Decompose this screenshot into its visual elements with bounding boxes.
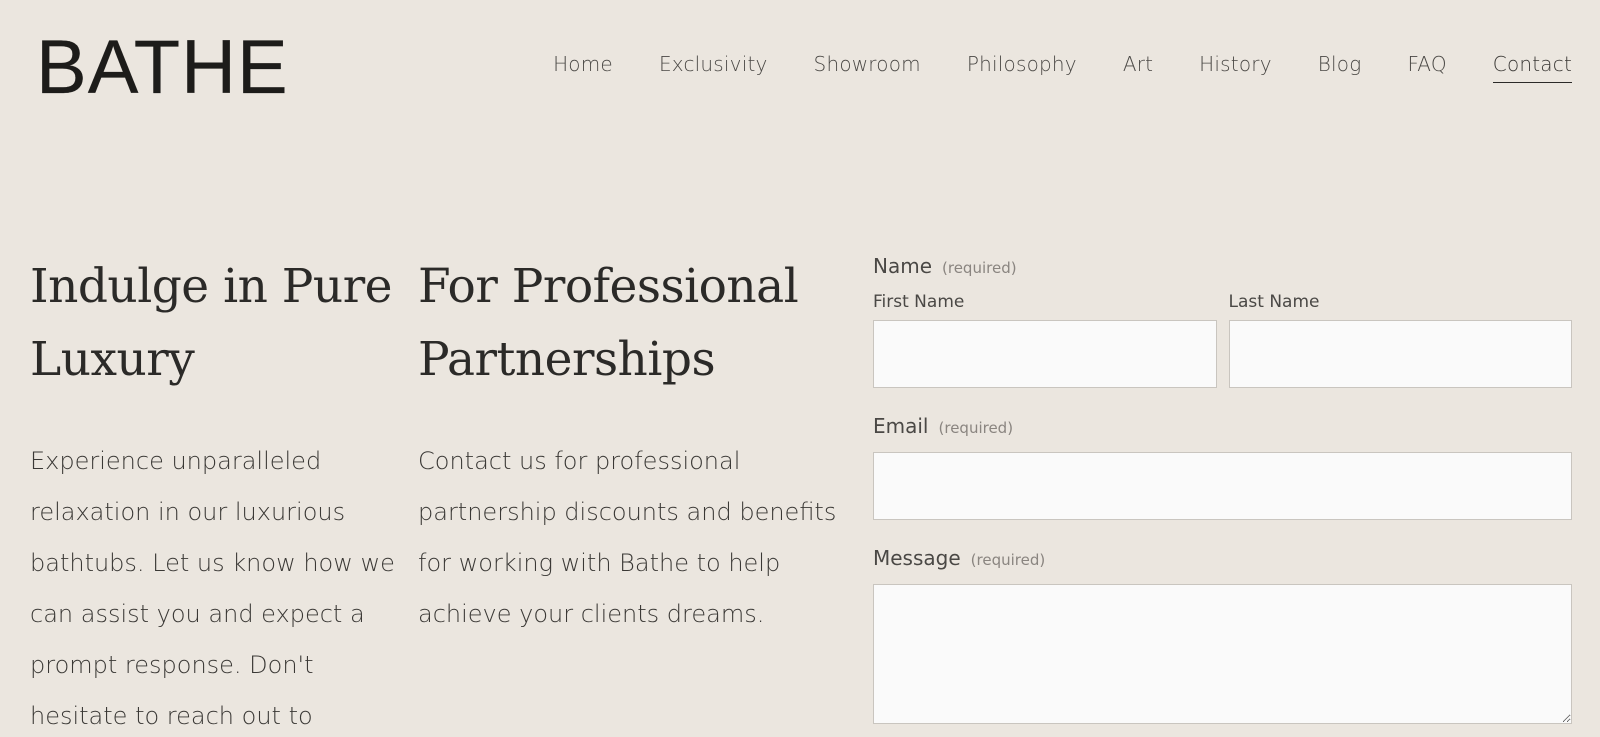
nav-history[interactable]: History — [1199, 52, 1272, 83]
brand-logo[interactable]: BATHE — [36, 29, 289, 106]
name-required: (required) — [942, 259, 1017, 277]
email-group: Email (required) — [873, 414, 1572, 520]
first-name-input[interactable] — [873, 320, 1217, 388]
first-name-label: First Name — [873, 292, 965, 312]
message-required: (required) — [970, 551, 1046, 569]
first-name-field: First Name — [873, 292, 1217, 388]
contact-form: Name (required) First Name Last Name Emai… — [873, 254, 1572, 737]
partnerships-section: For Professional Partnerships Contact us… — [418, 250, 858, 640]
last-name-input[interactable] — [1228, 320, 1572, 388]
nav-blog[interactable]: Blog — [1318, 52, 1362, 83]
nav-exclusivity[interactable]: Exclusivity — [659, 52, 768, 83]
email-required: (required) — [938, 419, 1014, 437]
message-label: Message — [873, 546, 961, 570]
partnerships-body: Contact us for professional partnership … — [418, 447, 837, 628]
luxury-body: Experience unparalleled relaxation in ou… — [30, 447, 395, 730]
email-input[interactable] — [873, 452, 1572, 520]
email-label: Email — [873, 414, 929, 438]
message-group: Message (required) — [873, 546, 1572, 728]
nav-contact[interactable]: Contact — [1492, 52, 1572, 83]
name-group: Name (required) First Name Last Name — [873, 254, 1572, 388]
nav-home[interactable]: Home — [553, 52, 613, 83]
message-textarea[interactable] — [873, 584, 1572, 724]
nav-faq[interactable]: FAQ — [1407, 52, 1446, 83]
page: BATHE Home Exclusivity Showroom Philosop… — [0, 0, 1600, 737]
luxury-section: Indulge in Pure Luxury Experience unpara… — [30, 250, 400, 737]
name-row: First Name Last Name — [873, 292, 1572, 388]
main-nav: Home Exclusivity Showroom Philosophy Art… — [507, 52, 1572, 83]
name-label: Name — [873, 254, 933, 278]
luxury-heading: Indulge in Pure Luxury — [30, 259, 392, 387]
last-name-label: Last Name — [1228, 292, 1320, 312]
last-name-field: Last Name — [1228, 292, 1572, 388]
nav-showroom[interactable]: Showroom — [814, 52, 921, 83]
nav-philosophy[interactable]: Philosophy — [967, 52, 1077, 83]
nav-art[interactable]: Art — [1123, 52, 1153, 83]
partnerships-heading: For Professional Partnerships — [418, 259, 799, 387]
